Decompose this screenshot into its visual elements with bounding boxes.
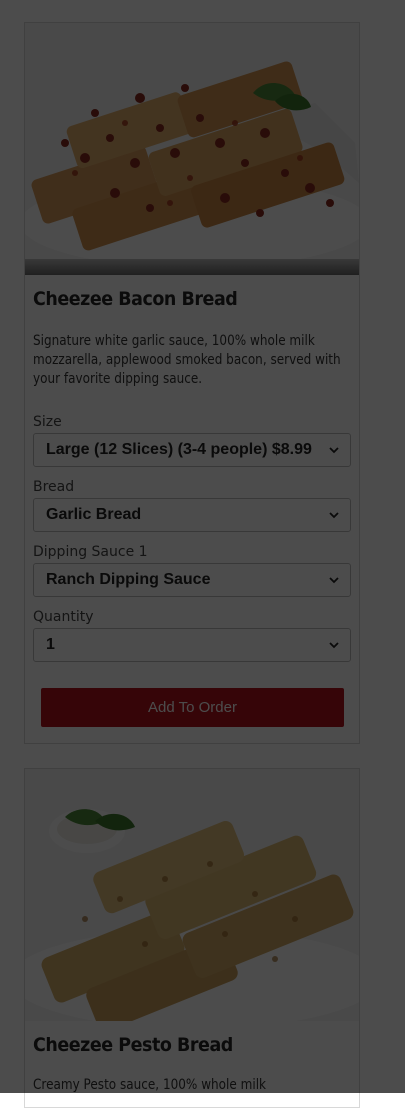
chevron-down-icon [329,447,339,454]
menu-page: Cheezee Bacon Bread Signature white garl… [0,0,405,1108]
quantity-select-value: 1 [46,636,55,653]
menu-item-card: Cheezee Bacon Bread Signature white garl… [24,22,360,744]
add-to-order-button[interactable]: Add To Order [41,688,344,727]
size-select[interactable]: Large (12 Slices) (3-4 people) $8.99 [33,433,351,467]
dipping-sauce-label: Dipping Sauce 1 [33,544,148,560]
cheezee-pesto-bread-photo [25,769,359,1021]
quantity-select[interactable]: 1 [33,628,351,662]
chevron-down-icon [329,642,339,649]
dipping-sauce-select-value: Ranch Dipping Sauce [46,571,211,588]
bread-label: Bread [33,479,75,495]
size-select-value: Large (12 Slices) (3-4 people) $8.99 [46,441,312,458]
item-description: Signature white garlic sauce, 100% whole… [33,333,341,387]
chevron-down-icon [329,512,339,519]
menu-item-card: Cheezee Pesto Bread Creamy Pesto sauce, … [24,768,360,1108]
item-title: Cheezee Bacon Bread [33,288,238,310]
bread-select-value: Garlic Bread [46,506,142,523]
item-title: Cheezee Pesto Bread [33,1034,233,1056]
bread-select[interactable]: Garlic Bread [33,498,351,532]
chevron-down-icon [329,577,339,584]
dipping-sauce-select[interactable]: Ranch Dipping Sauce [33,563,351,597]
photo-shadow [25,259,359,275]
cheezee-bacon-bread-photo [25,23,359,275]
item-description: Creamy Pesto sauce, 100% whole milk [33,1077,267,1093]
quantity-label: Quantity [33,609,94,625]
size-label: Size [33,414,62,430]
